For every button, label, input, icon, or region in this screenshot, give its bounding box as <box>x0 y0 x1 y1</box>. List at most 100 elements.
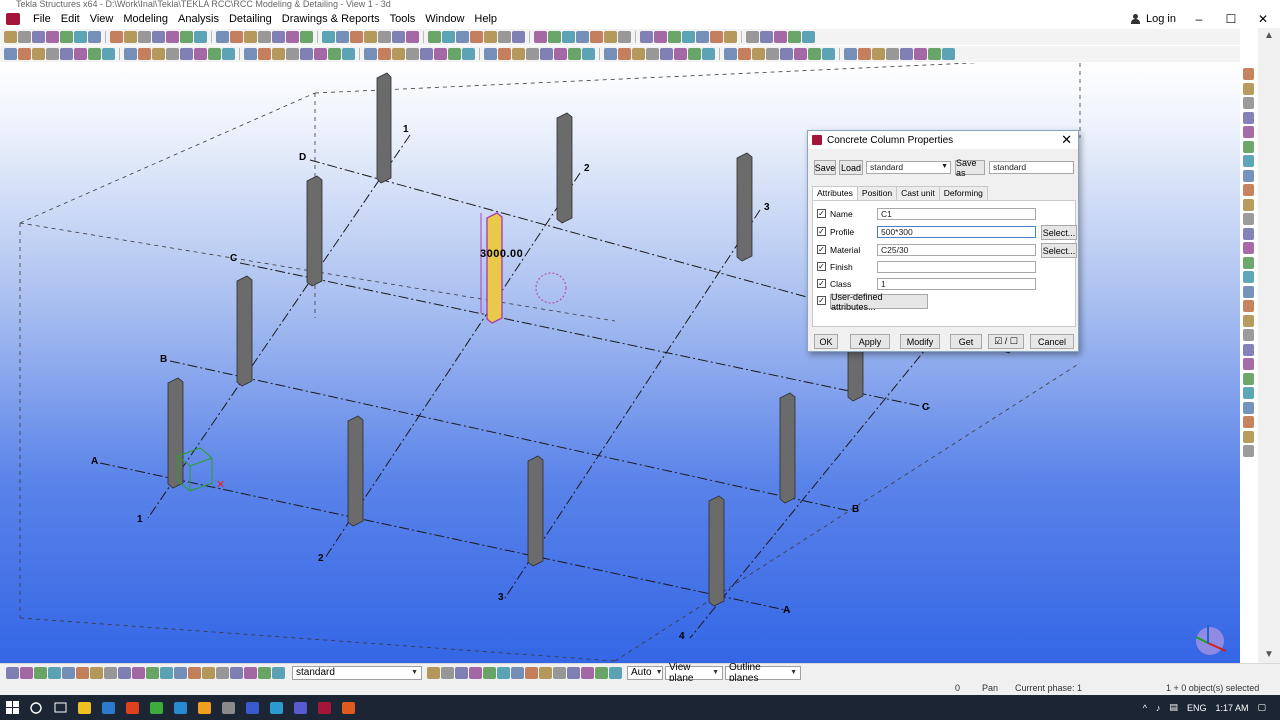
toolbar-tool-icon[interactable] <box>534 31 547 43</box>
class-input[interactable]: 1 <box>877 278 1036 290</box>
taskbar-app-button[interactable] <box>120 695 144 720</box>
toolbar-tool-icon[interactable] <box>60 48 73 60</box>
profile-select-button[interactable]: Select... <box>1041 225 1077 240</box>
toolbar-tool-icon[interactable] <box>32 31 45 43</box>
toolbar-tool-icon[interactable] <box>194 48 207 60</box>
toolbar-tool-icon[interactable] <box>646 48 659 60</box>
menu-view[interactable]: View <box>85 13 119 25</box>
toolbar-tool-icon[interactable] <box>498 48 511 60</box>
toolbar-tool-icon[interactable] <box>300 31 313 43</box>
menu-edit[interactable]: Edit <box>56 13 85 25</box>
side-tool-icon[interactable] <box>1242 242 1254 254</box>
toolbar-tool-icon[interactable] <box>244 48 257 60</box>
side-tool-icon[interactable] <box>1242 445 1254 457</box>
tab-position[interactable]: Position <box>856 186 898 200</box>
toolbar-tool-icon[interactable] <box>802 31 815 43</box>
toolbar-tool-icon[interactable] <box>258 31 271 43</box>
side-tool-icon[interactable] <box>1242 358 1254 370</box>
outline-planes-select[interactable]: Outline planes ▼ <box>725 662 801 684</box>
check-toggle-button[interactable]: ☑ / ☐ <box>988 334 1024 349</box>
toolbar-tool-icon[interactable] <box>886 48 899 60</box>
toolbar-tool-icon[interactable] <box>540 48 553 60</box>
scroll-down-icon[interactable]: ▼ <box>1263 649 1275 661</box>
toolbar-tool-icon[interactable] <box>618 31 631 43</box>
toolbar-tool-icon[interactable] <box>420 48 433 60</box>
taskbar-app-button[interactable] <box>168 695 192 720</box>
finish-checkbox[interactable]: ✓ <box>817 262 826 271</box>
side-tool-icon[interactable] <box>1242 271 1254 283</box>
side-tool-icon[interactable] <box>1242 155 1254 167</box>
toolbar-tool-icon[interactable] <box>448 48 461 60</box>
vertical-scrollbar[interactable]: ▲ ▼ <box>1258 28 1280 663</box>
side-tool-icon[interactable] <box>1242 82 1254 95</box>
select-switch-icon[interactable] <box>525 666 538 679</box>
toolbar-tool-icon[interactable] <box>152 31 165 43</box>
toolbar-tool-icon[interactable] <box>428 31 441 43</box>
snap-tool-icon[interactable] <box>48 666 61 679</box>
network-icon[interactable]: ▤ <box>1169 702 1178 713</box>
ok-button[interactable]: OK <box>814 334 838 349</box>
close-button[interactable]: ✕ <box>1254 12 1272 26</box>
toolbar-tool-icon[interactable] <box>180 48 193 60</box>
toolbar-tool-icon[interactable] <box>512 48 525 60</box>
snap-tool-icon[interactable] <box>188 666 201 679</box>
toolbar-tool-icon[interactable] <box>180 31 193 43</box>
menu-tools[interactable]: Tools <box>385 13 421 25</box>
toolbar-tool-icon[interactable] <box>858 48 871 60</box>
toolbar-tool-icon[interactable] <box>654 31 667 43</box>
toolbar-tool-icon[interactable] <box>378 48 391 60</box>
user-defined-checkbox[interactable]: ✓ <box>817 296 826 305</box>
side-tool-icon[interactable] <box>1242 140 1254 153</box>
load-button[interactable]: Load <box>839 160 863 175</box>
toolbar-tool-icon[interactable] <box>844 48 857 60</box>
toolbar-tool-icon[interactable] <box>138 31 151 43</box>
side-tool-icon[interactable] <box>1242 68 1254 80</box>
material-select-button[interactable]: Select... <box>1041 243 1077 258</box>
login-button[interactable]: Log in <box>1131 13 1176 25</box>
toolbar-tool-icon[interactable] <box>668 31 681 43</box>
toolbar-tool-icon[interactable] <box>286 48 299 60</box>
search-button[interactable] <box>24 695 48 720</box>
toolbar-tool-icon[interactable] <box>328 48 341 60</box>
snap-tool-icon[interactable] <box>174 666 187 679</box>
side-tool-icon[interactable] <box>1242 184 1254 196</box>
select-switch-icon[interactable] <box>455 666 468 679</box>
snap-tool-icon[interactable] <box>62 666 75 679</box>
minimize-button[interactable]: – <box>1190 12 1208 26</box>
toolbar-tool-icon[interactable] <box>724 48 737 60</box>
toolbar-tool-icon[interactable] <box>780 48 793 60</box>
toolbar-tool-icon[interactable] <box>406 31 419 43</box>
toolbar-tool-icon[interactable] <box>272 48 285 60</box>
toolbar-tool-icon[interactable] <box>462 48 475 60</box>
toolbar-tool-icon[interactable] <box>74 48 87 60</box>
toolbar-tool-icon[interactable] <box>46 31 59 43</box>
modify-button[interactable]: Modify <box>900 334 940 349</box>
toolbar-tool-icon[interactable] <box>760 31 773 43</box>
snap-tool-icon[interactable] <box>202 666 215 679</box>
toolbar-tool-icon[interactable] <box>18 48 31 60</box>
taskbar-app-button[interactable] <box>240 695 264 720</box>
side-tool-icon[interactable] <box>1242 126 1254 138</box>
language-indicator[interactable]: ENG <box>1187 703 1207 713</box>
toolbar-tool-icon[interactable] <box>688 48 701 60</box>
toolbar-tool-icon[interactable] <box>88 31 101 43</box>
side-tool-icon[interactable] <box>1242 97 1254 109</box>
select-switch-icon[interactable] <box>581 666 594 679</box>
dialog-titlebar[interactable]: Concrete Column Properties ✕ <box>808 131 1078 149</box>
side-tool-icon[interactable] <box>1242 285 1254 298</box>
select-switch-icon[interactable] <box>427 666 440 679</box>
toolbar-tool-icon[interactable] <box>484 31 497 43</box>
side-tool-icon[interactable] <box>1242 416 1254 428</box>
toolbar-tool-icon[interactable] <box>738 48 751 60</box>
profile-checkbox[interactable]: ✓ <box>817 227 826 236</box>
snap-tool-icon[interactable] <box>272 666 285 679</box>
toolbar-tool-icon[interactable] <box>4 48 17 60</box>
toolbar-tool-icon[interactable] <box>470 31 483 43</box>
taskbar-app-button[interactable] <box>264 695 288 720</box>
toolbar-tool-icon[interactable] <box>766 48 779 60</box>
toolbar-tool-icon[interactable] <box>434 48 447 60</box>
menu-analysis[interactable]: Analysis <box>173 13 224 25</box>
taskbar-app-button[interactable] <box>216 695 240 720</box>
toolbar-tool-icon[interactable] <box>788 31 801 43</box>
toolbar-tool-icon[interactable] <box>406 48 419 60</box>
